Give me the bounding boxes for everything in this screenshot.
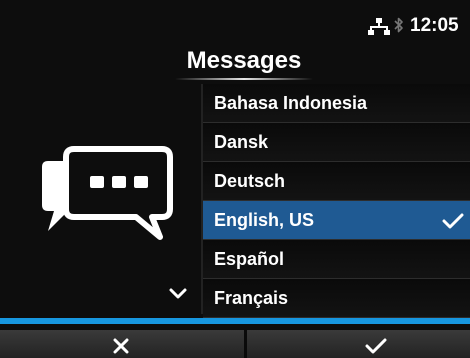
list-item-label: Français (214, 288, 289, 308)
bluetooth-icon (394, 17, 403, 33)
list-item[interactable]: Français (203, 279, 470, 318)
status-bar: 12:05 (0, 0, 470, 38)
list-item[interactable]: Bahasa Indonesia (203, 84, 470, 123)
list-item-label: Bahasa Indonesia (214, 93, 368, 113)
confirm-button[interactable] (247, 330, 470, 358)
list-item-label: English, US (214, 210, 315, 230)
button-bar (0, 318, 470, 358)
clock: 12:05 (410, 15, 459, 36)
list-item[interactable]: Dansk (203, 123, 470, 162)
left-panel (0, 84, 205, 314)
page-title: Messages (186, 47, 302, 74)
list-item-label: Deutsch (214, 171, 286, 191)
chevron-down-icon[interactable] (168, 287, 188, 301)
list-item[interactable]: Deutsch (203, 162, 470, 201)
list-item[interactable]: Español (203, 240, 470, 279)
title-underline (175, 78, 313, 80)
check-icon (365, 338, 387, 354)
check-icon (442, 213, 464, 229)
cancel-button[interactable] (0, 330, 244, 358)
list-item-label: Dansk (214, 132, 269, 152)
printer-display-screen: 12:05 Messages Bahasa Indonesia Dansk De… (0, 0, 470, 358)
chat-bubbles-icon (42, 146, 173, 240)
list-item-label: Español (214, 249, 285, 269)
close-icon (113, 338, 129, 354)
language-list: Bahasa Indonesia Dansk Deutsch English, … (203, 84, 470, 318)
network-icon (368, 18, 390, 35)
list-item[interactable]: English, US (203, 201, 470, 240)
